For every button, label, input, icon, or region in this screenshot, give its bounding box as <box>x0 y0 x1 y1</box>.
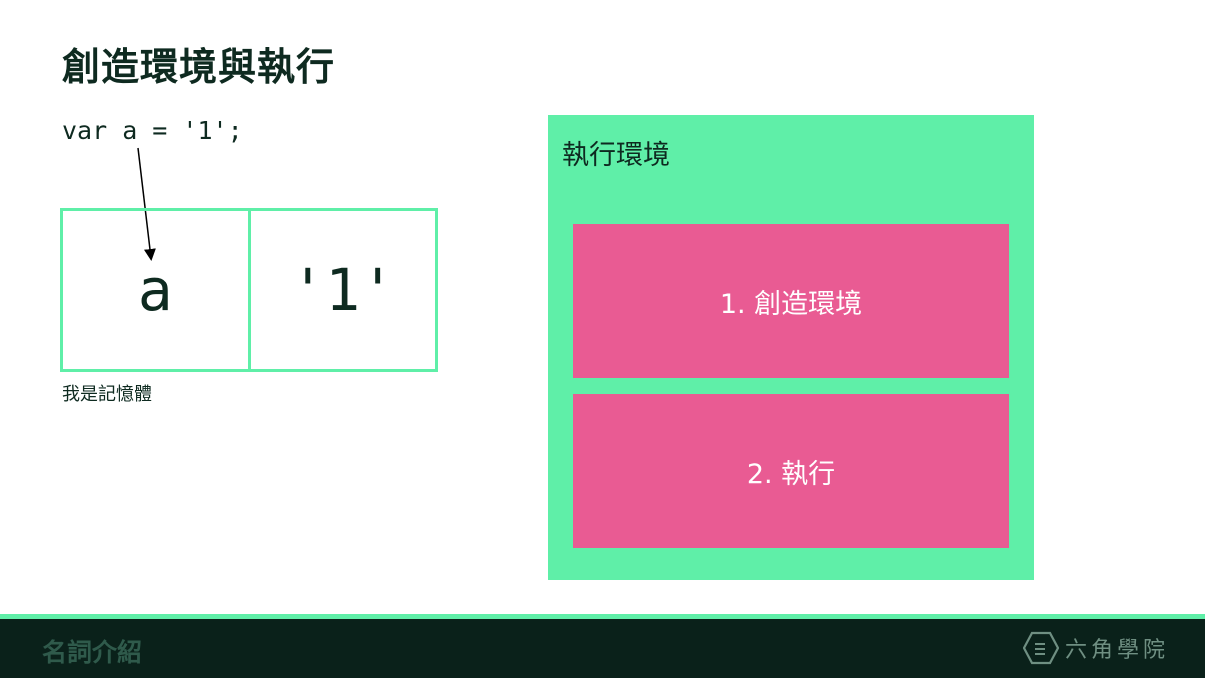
memory-label: 我是記憶體 <box>62 384 152 405</box>
memory-box: a '1' <box>60 208 438 372</box>
memory-cell-variable: a <box>137 256 173 324</box>
phase-create-environment: 1. 創造環境 <box>573 224 1009 378</box>
execution-context-panel: 執行環境 1. 創造環境 2. 執行 <box>548 115 1034 580</box>
brand-name: 六角學院 <box>1064 638 1169 663</box>
phase-execute: 2. 執行 <box>573 394 1009 548</box>
code-line: var a = '1'; <box>62 116 243 145</box>
brand: 六角學院 <box>1022 631 1169 665</box>
execution-context-title: 執行環境 <box>562 140 670 171</box>
slide-title: 創造環境與執行 <box>62 45 336 89</box>
memory-cell-value: '1' <box>247 211 436 369</box>
footer-section-title: 名詞介紹 <box>42 638 143 667</box>
hexagon-logo-icon <box>1022 631 1059 665</box>
footer-bar: 名詞介紹 六角學院 <box>0 619 1205 678</box>
